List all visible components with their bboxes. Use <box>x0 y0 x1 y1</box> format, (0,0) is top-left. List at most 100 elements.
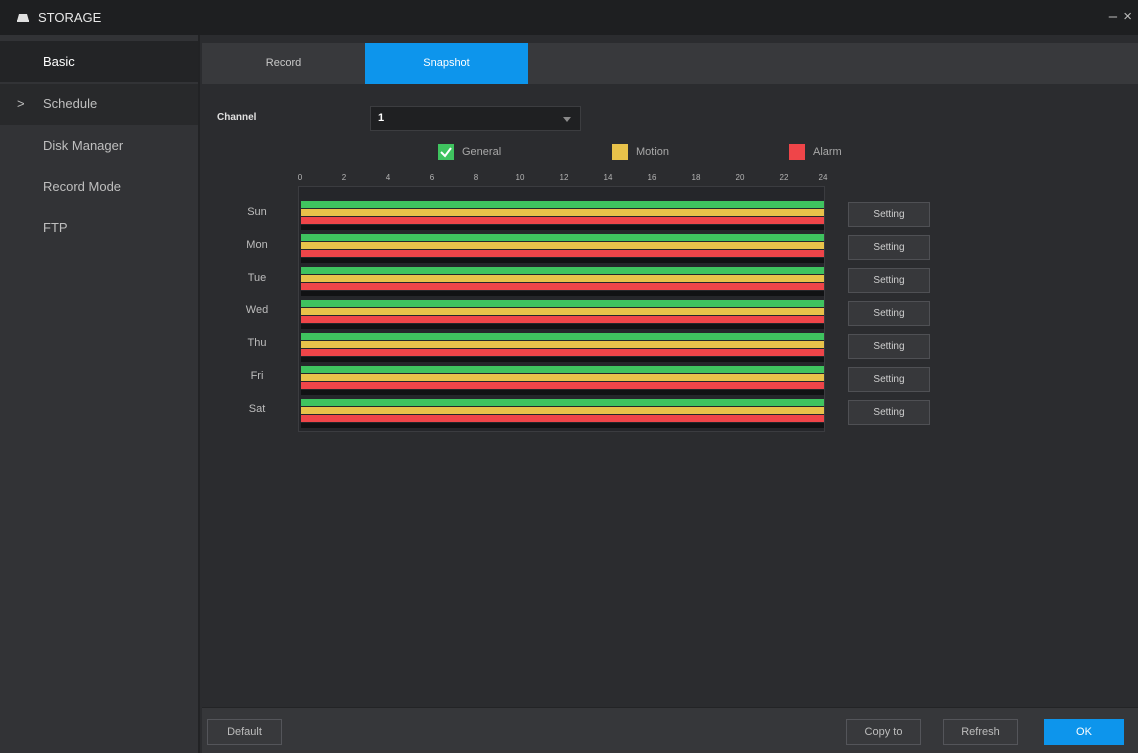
schedule-row-sun[interactable] <box>299 201 824 233</box>
general-bar <box>301 201 824 208</box>
time-tick-label: 14 <box>603 173 613 182</box>
general-bar <box>301 267 824 274</box>
window-controls: – × <box>1107 8 1132 25</box>
day-label-mon: Mon <box>246 239 268 251</box>
minimize-icon[interactable]: – <box>1109 8 1117 25</box>
alarm-bar <box>301 415 824 422</box>
setting-button-sun[interactable]: Setting <box>848 202 930 227</box>
storage-icon <box>17 14 29 22</box>
schedule-row-wed[interactable] <box>299 300 824 332</box>
general-bar <box>301 234 824 241</box>
sidebar-item-label: Schedule <box>43 96 98 111</box>
day-label-wed: Wed <box>245 304 269 316</box>
legend-label: Motion <box>636 146 670 158</box>
chevron-right-icon: > <box>17 96 25 111</box>
time-slot-strip[interactable] <box>301 423 824 428</box>
tab-record[interactable]: Record <box>202 43 365 84</box>
tab-bar: Record Snapshot <box>202 43 1138 84</box>
time-slot-strip[interactable] <box>301 225 824 230</box>
title-bar: STORAGE – × <box>0 0 1138 35</box>
time-slot-strip[interactable] <box>301 390 824 395</box>
alarm-bar <box>301 217 824 224</box>
copy-to-button[interactable]: Copy to <box>846 719 921 745</box>
time-tick-label: 6 <box>429 173 435 182</box>
main-panel: Record Snapshot Channel 1 General Motion… <box>202 35 1138 753</box>
time-tick-label: 2 <box>341 173 347 182</box>
sidebar-item-record-mode[interactable]: Record Mode <box>0 166 198 207</box>
schedule-row-tue[interactable] <box>299 267 824 299</box>
tab-snapshot[interactable]: Snapshot <box>365 43 528 84</box>
time-slot-strip[interactable] <box>301 291 824 296</box>
chevron-down-icon <box>563 117 571 122</box>
sidebar-item-label: Disk Manager <box>43 138 124 153</box>
schedule-row-sat[interactable] <box>299 399 824 431</box>
schedule-row-mon[interactable] <box>299 234 824 266</box>
setting-button-fri[interactable]: Setting <box>848 367 930 392</box>
channel-select[interactable]: 1 <box>370 106 581 131</box>
general-bar <box>301 366 824 373</box>
time-tick-label: 10 <box>515 173 525 182</box>
checkbox-general[interactable] <box>438 144 454 160</box>
time-tick-label: 16 <box>647 173 657 182</box>
motion-bar <box>301 275 824 282</box>
alarm-bar <box>301 349 824 356</box>
schedule-grid[interactable] <box>298 186 825 432</box>
setting-button-tue[interactable]: Setting <box>848 268 930 293</box>
setting-button-mon[interactable]: Setting <box>848 235 930 260</box>
checkbox-motion[interactable] <box>612 144 628 160</box>
close-icon[interactable]: × <box>1123 8 1132 25</box>
schedule-row-fri[interactable] <box>299 366 824 398</box>
day-label-sun: Sun <box>247 206 267 218</box>
sidebar-item-basic[interactable]: Basic <box>0 41 198 82</box>
time-slot-strip[interactable] <box>301 357 824 362</box>
setting-button-wed[interactable]: Setting <box>848 301 930 326</box>
alarm-bar <box>301 382 824 389</box>
sidebar-item-label: FTP <box>43 220 68 235</box>
checkbox-alarm[interactable] <box>789 144 805 160</box>
general-bar <box>301 333 824 340</box>
time-tick-label: 12 <box>559 173 569 182</box>
channel-value: 1 <box>378 112 385 124</box>
day-label-tue: Tue <box>247 272 267 284</box>
ok-button[interactable]: OK <box>1044 719 1124 745</box>
general-bar <box>301 300 824 307</box>
window-title: STORAGE <box>38 10 102 25</box>
legend-label: General <box>462 146 502 158</box>
sidebar-item-schedule[interactable]: > Schedule <box>0 84 198 125</box>
sidebar-item-ftp[interactable]: FTP <box>0 207 198 248</box>
default-button[interactable]: Default <box>207 719 282 745</box>
alarm-bar <box>301 250 824 257</box>
day-label-sat: Sat <box>248 403 266 415</box>
footer-bar: Default Copy to Refresh OK <box>202 707 1138 753</box>
motion-bar <box>301 242 824 249</box>
checkmark-icon <box>440 147 452 158</box>
time-tick-label: 8 <box>473 173 479 182</box>
channel-label: Channel <box>217 112 257 123</box>
setting-button-thu[interactable]: Setting <box>848 334 930 359</box>
sidebar-item-label: Record Mode <box>43 179 122 194</box>
sidebar: Basic > Schedule Disk Manager Record Mod… <box>0 35 200 753</box>
legend-label: Alarm <box>813 146 842 158</box>
time-tick-label: 20 <box>735 173 745 182</box>
time-tick-label: 24 <box>818 173 828 182</box>
general-bar <box>301 399 824 406</box>
motion-bar <box>301 374 824 381</box>
alarm-bar <box>301 283 824 290</box>
motion-bar <box>301 407 824 414</box>
time-tick-label: 4 <box>385 173 391 182</box>
time-slot-strip[interactable] <box>301 324 824 329</box>
sidebar-item-disk-manager[interactable]: Disk Manager <box>0 125 198 166</box>
motion-bar <box>301 341 824 348</box>
schedule-row-thu[interactable] <box>299 333 824 365</box>
time-tick-label: 0 <box>297 173 303 182</box>
sidebar-item-label: Basic <box>43 54 75 69</box>
setting-button-sat[interactable]: Setting <box>848 400 930 425</box>
time-tick-label: 18 <box>691 173 701 182</box>
motion-bar <box>301 209 824 216</box>
motion-bar <box>301 308 824 315</box>
day-label-thu: Thu <box>247 337 267 349</box>
time-tick-label: 22 <box>779 173 789 182</box>
alarm-bar <box>301 316 824 323</box>
refresh-button[interactable]: Refresh <box>943 719 1018 745</box>
time-slot-strip[interactable] <box>301 258 824 263</box>
